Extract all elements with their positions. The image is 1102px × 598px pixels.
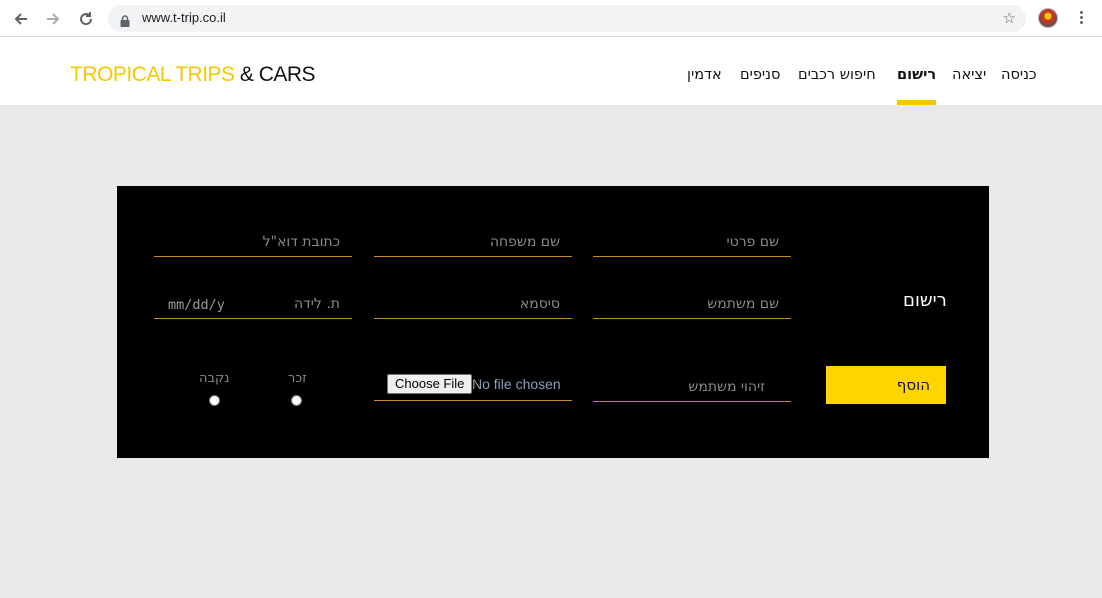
nav-car-search[interactable]: חיפוש רכבים (798, 67, 876, 83)
password-input[interactable] (374, 293, 572, 319)
nav-branches[interactable]: סניפים (740, 67, 780, 83)
forward-icon[interactable] (41, 7, 65, 31)
choose-file-button[interactable]: Choose File (387, 374, 473, 394)
reload-icon[interactable] (74, 7, 98, 31)
nav-login[interactable]: כניסה (1001, 67, 1037, 83)
first-name-input[interactable] (593, 231, 791, 257)
browser-toolbar: www.t-trip.co.il ☆ (0, 0, 1102, 37)
site-header: TROPICAL TRIPS & CARS כניסה יציאה רישום … (0, 37, 1102, 105)
url-text: www.t-trip.co.il (142, 10, 226, 25)
gender-female-radio[interactable] (209, 395, 220, 406)
email-field[interactable] (154, 231, 352, 257)
gender-male-label: זכר (288, 371, 307, 386)
user-id-field[interactable] (593, 376, 791, 402)
first-name-field[interactable] (593, 231, 791, 257)
registration-panel: רישום ת. לידה mm/dd/y Choose File No fil… (117, 186, 989, 458)
username-input[interactable] (593, 293, 791, 319)
gender-male-radio[interactable] (291, 395, 302, 406)
birth-date-field[interactable]: ת. לידה mm/dd/y (154, 293, 352, 319)
email-input[interactable] (154, 231, 352, 257)
nav-register[interactable]: רישום (897, 67, 936, 83)
site-logo[interactable]: TROPICAL TRIPS & CARS (70, 63, 316, 87)
user-id-input[interactable] (593, 376, 791, 402)
birth-date-format[interactable]: mm/dd/y (168, 297, 225, 313)
last-name-field[interactable] (374, 231, 572, 257)
password-field[interactable] (374, 293, 572, 319)
last-name-input[interactable] (374, 231, 572, 257)
username-field[interactable] (593, 293, 791, 319)
birth-date-label: ת. לידה (294, 296, 340, 312)
logo-tropical-trips: TROPICAL TRIPS (70, 63, 235, 86)
form-title: רישום (903, 290, 947, 311)
address-bar[interactable]: www.t-trip.co.il ☆ (108, 5, 1026, 32)
nav-active-indicator (897, 100, 936, 105)
nav-logout[interactable]: יציאה (952, 67, 986, 83)
bookmark-star-icon[interactable]: ☆ (1003, 10, 1016, 26)
add-button[interactable]: הוסף (826, 366, 946, 404)
back-icon[interactable] (9, 7, 33, 31)
logo-cars: & CARS (234, 63, 316, 86)
lock-icon (120, 12, 130, 31)
nav-admin[interactable]: אדמין (687, 67, 722, 83)
profile-avatar[interactable] (1038, 8, 1058, 28)
menu-dots-icon[interactable] (1074, 9, 1088, 29)
gender-female-label: נקבה (199, 371, 230, 386)
file-status-text: No file chosen (472, 376, 561, 392)
